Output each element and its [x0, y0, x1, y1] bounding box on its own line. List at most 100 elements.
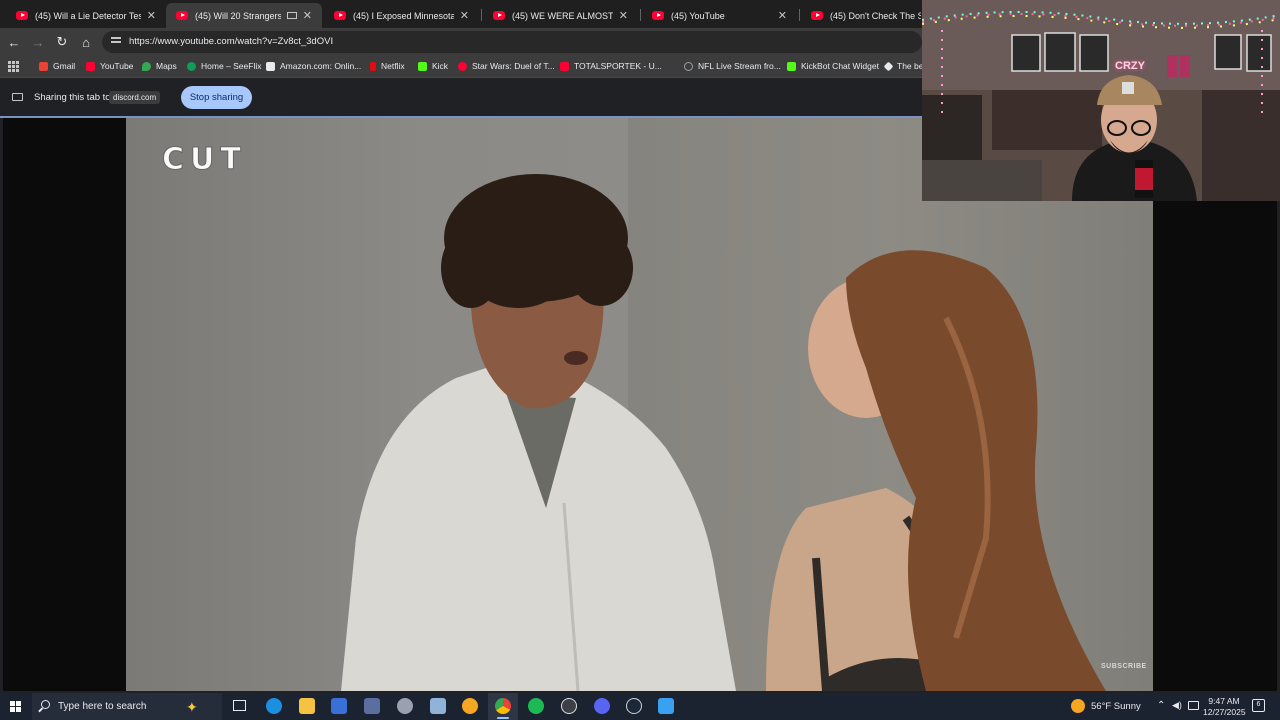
browser-tab[interactable]: (45) Will a Lie Detector Test De ✕: [6, 3, 166, 28]
forward-arrow-icon[interactable]: →: [29, 33, 47, 51]
youtube-icon: [458, 61, 467, 71]
sharing-domain-link[interactable]: discord.com: [109, 91, 161, 104]
youtube-favicon-icon: [334, 11, 346, 20]
notepad-icon[interactable]: [430, 698, 446, 714]
bookmark-label: The be: [897, 61, 924, 71]
bookmark-totalsportek[interactable]: TOTALSPORTEK - U...: [560, 61, 662, 71]
bookmark-label: Star Wars: Duel of T...: [472, 61, 555, 71]
webcam-overlay: CRZY: [922, 0, 1280, 201]
youtube-icon: [560, 61, 569, 71]
diamond-icon: [883, 61, 894, 71]
tab-title: (45) YouTube: [671, 10, 725, 21]
tab-title: (45) Don't Check The Sound: [830, 10, 921, 21]
close-tab-icon[interactable]: ✕: [778, 9, 787, 22]
app-icon[interactable]: [331, 698, 347, 714]
edge-icon[interactable]: [266, 698, 282, 714]
video-frame[interactable]: CUT SUBSCRIBE: [126, 118, 1153, 691]
video-player[interactable]: CUT SUBSCRIBE: [3, 118, 1277, 691]
tab-separator: [481, 9, 482, 21]
tab-separator: [640, 9, 641, 21]
cut-logo: CUT: [162, 142, 247, 178]
neon-sign: CRZY: [1115, 60, 1145, 72]
webcam-scene: [922, 0, 1280, 201]
close-tab-icon[interactable]: ✕: [147, 9, 156, 22]
back-arrow-icon[interactable]: ←: [5, 33, 23, 51]
tab-separator: [799, 9, 800, 21]
close-tab-icon[interactable]: ✕: [619, 9, 628, 22]
site-info-icon[interactable]: [111, 37, 121, 47]
windows-taskbar: Type here to search ✦ 56°F Sunny ⌃ ◀) 9:…: [0, 693, 1280, 720]
bookmark-star-wars[interactable]: Star Wars: Duel of T...: [458, 61, 555, 71]
browser-tab-active[interactable]: (45) Will 20 Strangers Hook ✕: [166, 3, 322, 28]
bookmark-kickbot[interactable]: KickBot Chat Widget: [787, 61, 879, 71]
search-icon: [41, 700, 50, 709]
chevron-up-icon[interactable]: ⌃: [1157, 700, 1165, 711]
notification-center-icon[interactable]: 6: [1252, 699, 1265, 712]
bookmark-label: Gmail: [53, 61, 76, 71]
close-tab-icon[interactable]: ✕: [460, 9, 469, 22]
youtube-favicon-icon: [493, 11, 505, 20]
url-text[interactable]: https://www.youtube.com/watch?v=Zv8ct_3d…: [129, 36, 333, 47]
active-indicator: [497, 717, 509, 719]
home-icon[interactable]: ⌂: [77, 33, 95, 51]
stop-sharing-button[interactable]: Stop sharing: [181, 86, 252, 109]
bookmark-youtube[interactable]: YouTube: [86, 61, 133, 71]
bookmark-label: Kick: [432, 61, 449, 71]
tab-title: (45) Will a Lie Detector Test De: [35, 10, 141, 21]
bookmark-label: Netflix: [381, 61, 405, 71]
file-explorer-icon[interactable]: [299, 698, 315, 714]
bookmark-label: Home – SeeFlix: [201, 61, 262, 71]
youtube-favicon-icon: [176, 11, 188, 20]
app-icon[interactable]: [462, 698, 478, 714]
bookmark-nfl-stream[interactable]: NFL Live Stream fro...: [684, 61, 781, 71]
sparkle-icon[interactable]: ✦: [186, 699, 198, 716]
obs-icon[interactable]: [561, 698, 577, 714]
task-view-icon[interactable]: [233, 700, 246, 711]
speaker-icon[interactable]: ◀): [1172, 700, 1182, 711]
youtube-favicon-icon: [16, 11, 28, 20]
bookmark-label: YouTube: [100, 61, 134, 71]
weather-text[interactable]: 56°F Sunny: [1091, 701, 1141, 712]
network-icon[interactable]: [1188, 701, 1199, 710]
man-figure: [341, 174, 736, 691]
browser-tab[interactable]: (45) WE WERE ALMOST IN TEA ✕: [483, 3, 638, 28]
discord-icon[interactable]: [594, 698, 610, 714]
browser-tab[interactable]: (45) I Exposed Minnesota's Bill ✕: [324, 3, 479, 28]
seeflix-icon: [187, 61, 196, 71]
apps-grid-icon[interactable]: [8, 61, 19, 72]
close-tab-icon[interactable]: ✕: [303, 9, 312, 22]
bookmark-seeflix[interactable]: Home – SeeFlix: [187, 61, 261, 71]
reload-icon[interactable]: ↻: [53, 33, 71, 51]
steam-icon[interactable]: [626, 698, 642, 714]
bookmark-maps[interactable]: Maps: [142, 61, 177, 71]
weather-sun-icon[interactable]: [1071, 699, 1085, 713]
bookmark-the-be[interactable]: The be: [883, 61, 924, 71]
bookmark-label: KickBot Chat Widget: [801, 61, 879, 71]
bookmark-label: Maps: [156, 61, 177, 71]
browser-tab[interactable]: (45) Don't Check The Sound: [801, 3, 931, 28]
address-bar[interactable]: https://www.youtube.com/watch?v=Zv8ct_3d…: [102, 31, 922, 53]
browser-tab[interactable]: (45) YouTube ✕: [642, 3, 797, 28]
sharing-status-text: Sharing this tab to: [34, 92, 111, 103]
tab-title: (45) WE WERE ALMOST IN TEA: [512, 10, 613, 21]
search-placeholder: Type here to search: [58, 701, 147, 712]
subscribe-watermark[interactable]: SUBSCRIBE: [1101, 663, 1147, 670]
tab-title: (45) I Exposed Minnesota's Bill: [353, 10, 454, 21]
globe-icon: [684, 61, 693, 71]
youtube-favicon-icon: [811, 11, 823, 20]
bookmark-gmail[interactable]: Gmail: [39, 61, 75, 71]
system-clock[interactable]: 9:47 AM 12/27/2025: [1203, 696, 1246, 718]
tab-sharing-icon: [286, 12, 297, 19]
windows-start-icon[interactable]: [10, 701, 21, 712]
bookmark-kick[interactable]: Kick: [418, 61, 448, 71]
netflix-icon: [370, 61, 376, 71]
app-icon[interactable]: [397, 698, 413, 714]
bookmark-amazon[interactable]: Amazon.com: Onlin...: [266, 61, 361, 71]
spotify-icon[interactable]: [528, 698, 544, 714]
app-icon[interactable]: [658, 698, 674, 714]
bookmark-label: Amazon.com: Onlin...: [280, 61, 362, 71]
chrome-icon[interactable]: [495, 698, 511, 714]
bookmark-netflix[interactable]: Netflix: [370, 61, 405, 71]
calculator-icon[interactable]: [364, 698, 380, 714]
clock-date: 12/27/2025: [1203, 707, 1246, 717]
